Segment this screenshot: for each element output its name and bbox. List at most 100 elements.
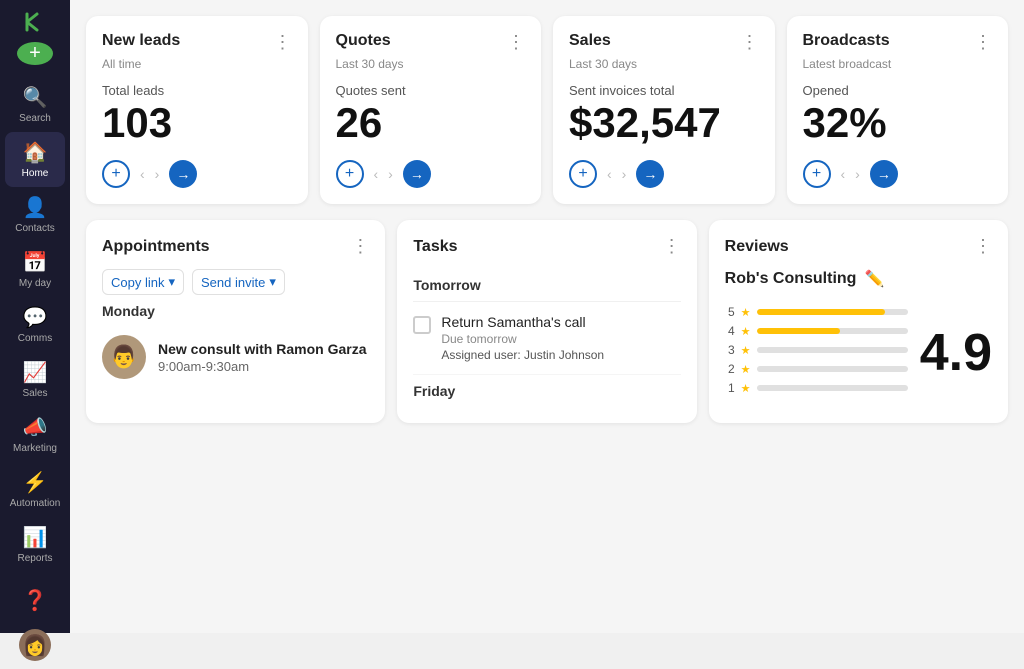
nav-label: Comms (18, 333, 52, 344)
card-actions: + ‹ › → (336, 160, 526, 188)
go-button[interactable]: → (636, 160, 664, 188)
prev-button[interactable]: ‹ (607, 166, 612, 182)
sales-card: Sales ⋮ Last 30 days Sent invoices total… (553, 16, 775, 204)
bar-fill (757, 347, 775, 353)
card-value: 32% (803, 102, 993, 144)
appointments-actions: Copy link ▾ Send invite ▾ (102, 269, 369, 295)
nav-label: Reports (17, 553, 52, 564)
sidebar-item-help[interactable]: ❓ (5, 580, 65, 621)
nav-icon: 🔍 (23, 85, 48, 110)
tasks-title: Tasks (413, 238, 457, 256)
nav-icon: 🏠 (23, 140, 48, 165)
copy-link-button[interactable]: Copy link ▾ (102, 269, 184, 295)
card-actions: + ‹ › → (569, 160, 759, 188)
nav-icon: 📊 (23, 525, 48, 550)
add-button[interactable]: + (17, 42, 53, 65)
card-value: 103 (102, 102, 292, 144)
prev-button[interactable]: ‹ (374, 166, 379, 182)
task-checkbox[interactable] (413, 316, 431, 334)
sidebar-item-contacts[interactable]: 👤 Contacts (5, 187, 65, 242)
sidebar-item-search[interactable]: 🔍 Search (5, 77, 65, 132)
card-title: Sales (569, 32, 611, 50)
task-assigned: Assigned user: Justin Johnson (441, 348, 680, 362)
go-button[interactable]: → (403, 160, 431, 188)
sidebar: + 🔍 Search 🏠 Home 👤 Contacts 📅 My day 💬 … (0, 0, 70, 633)
bar-number: 4 (725, 324, 735, 338)
sidebar-item-home[interactable]: 🏠 Home (5, 132, 65, 187)
copy-link-chevron: ▾ (168, 274, 175, 290)
task-name: Return Samantha's call (441, 314, 680, 330)
review-bar-row: 3 ★ (725, 343, 908, 357)
sidebar-item-automation[interactable]: ⚡ Automation (5, 462, 65, 517)
sidebar-item-myday[interactable]: 📅 My day (5, 242, 65, 297)
star-icon: ★ (741, 344, 751, 357)
next-button[interactable]: › (855, 166, 860, 182)
task-info: Return Samantha's call Due tomorrow Assi… (441, 314, 680, 362)
sidebar-item-sales[interactable]: 📈 Sales (5, 352, 65, 407)
card-menu[interactable]: ⋮ (507, 32, 525, 53)
broadcasts-card: Broadcasts ⋮ Latest broadcast Opened 32%… (787, 16, 1009, 204)
send-invite-label: Send invite (201, 275, 265, 290)
add-button[interactable]: + (336, 160, 364, 188)
appointment-time: 9:00am-9:30am (158, 359, 369, 374)
bar-number: 5 (725, 305, 735, 319)
bar-fill (757, 366, 769, 372)
bar-bg (757, 347, 908, 353)
card-subtitle: Latest broadcast (803, 57, 993, 71)
sidebar-item-comms[interactable]: 💬 Comms (5, 297, 65, 352)
review-bar-row: 2 ★ (725, 362, 908, 376)
bottom-row: Appointments ⋮ Copy link ▾ Send invite ▾… (86, 220, 1008, 423)
prev-button[interactable]: ‹ (841, 166, 846, 182)
nav-icon: ⚡ (23, 470, 48, 495)
card-actions: + ‹ › → (803, 160, 993, 188)
add-button[interactable]: + (803, 160, 831, 188)
user-avatar[interactable]: 👩 (19, 629, 51, 661)
star-icon: ★ (741, 363, 751, 376)
reviews-score: 4.9 (920, 327, 992, 379)
bar-bg (757, 328, 908, 334)
bar-fill (757, 385, 765, 391)
bar-number: 1 (725, 381, 735, 395)
tasks-menu[interactable]: ⋮ (663, 236, 681, 257)
reviews-content: 5 ★ 4 ★ 3 ★ 2 ★ 1 ★ 4.9 (725, 305, 992, 400)
card-subtitle: Last 30 days (336, 57, 526, 71)
add-button[interactable]: + (102, 160, 130, 188)
reviews-title: Reviews (725, 238, 789, 256)
appointments-title: Appointments (102, 238, 210, 256)
reviews-business-name: Rob's Consulting (725, 270, 857, 288)
bar-fill (757, 309, 885, 315)
bar-bg (757, 385, 908, 391)
next-button[interactable]: › (622, 166, 627, 182)
task-item: Return Samantha's call Due tomorrow Assi… (413, 302, 680, 375)
add-button[interactable]: + (569, 160, 597, 188)
appointments-menu[interactable]: ⋮ (351, 236, 369, 257)
appointments-day: Monday (102, 303, 369, 319)
go-button[interactable]: → (870, 160, 898, 188)
nav-icon: 💬 (23, 305, 48, 330)
tasks-card: Tasks ⋮ Tomorrow Return Samantha's call … (397, 220, 696, 423)
bar-bg (757, 309, 908, 315)
tasks-tomorrow-label: Tomorrow (413, 269, 680, 302)
nav-label: Search (19, 113, 51, 124)
edit-icon[interactable]: ✏️ (864, 269, 884, 289)
next-button[interactable]: › (388, 166, 393, 182)
nav-label: Contacts (15, 223, 54, 234)
card-menu[interactable]: ⋮ (274, 32, 292, 53)
card-title: Quotes (336, 32, 391, 50)
next-button[interactable]: › (155, 166, 160, 182)
card-subtitle: All time (102, 57, 292, 71)
send-invite-button[interactable]: Send invite ▾ (192, 269, 285, 295)
card-metric-label: Opened (803, 83, 993, 98)
nav-icon: 📅 (23, 250, 48, 275)
prev-button[interactable]: ‹ (140, 166, 145, 182)
task-due: Due tomorrow (441, 332, 680, 346)
sidebar-item-marketing[interactable]: 📣 Marketing (5, 407, 65, 462)
copy-link-label: Copy link (111, 275, 164, 290)
card-menu[interactable]: ⋮ (974, 32, 992, 53)
sidebar-item-reports[interactable]: 📊 Reports (5, 517, 65, 572)
nav-icon: 👤 (23, 195, 48, 220)
reviews-menu[interactable]: ⋮ (974, 236, 992, 257)
reviews-bars: 5 ★ 4 ★ 3 ★ 2 ★ 1 ★ (725, 305, 908, 400)
card-menu[interactable]: ⋮ (741, 32, 759, 53)
go-button[interactable]: → (169, 160, 197, 188)
